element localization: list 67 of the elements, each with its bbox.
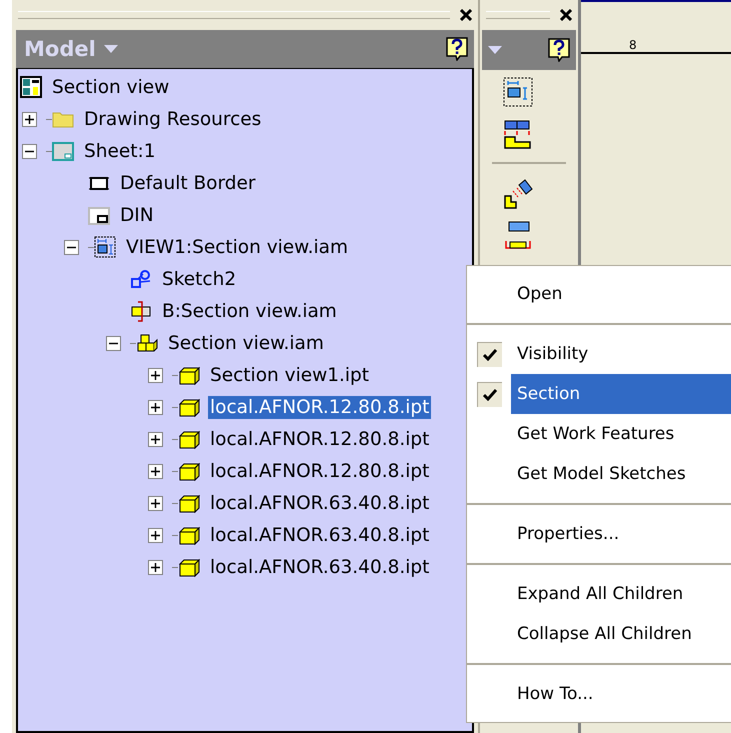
menu-item[interactable]: Open (511, 274, 731, 314)
plus-icon (151, 498, 160, 508)
part-icon (178, 396, 200, 418)
tree-item[interactable]: Sheet:1 (82, 140, 158, 162)
menu-item[interactable]: Get Work Features (511, 414, 731, 454)
close-icon[interactable] (560, 9, 572, 21)
tree-item[interactable]: VIEW1:Section view.iam (124, 236, 350, 258)
sketch-icon (130, 268, 152, 290)
part-icon (178, 524, 200, 546)
menu-item[interactable]: Collapse All Children (511, 614, 731, 654)
plus-icon (25, 114, 34, 124)
tree-item[interactable]: local.AFNOR.12.80.8.ipt (208, 428, 432, 450)
plus-icon (151, 434, 160, 444)
plus-icon (151, 402, 160, 412)
expander-toggle[interactable] (64, 240, 79, 254)
plus-icon (151, 530, 160, 540)
expander-toggle[interactable] (148, 432, 163, 446)
title-block-icon (88, 204, 110, 226)
tree-item[interactable]: local.AFNOR.12.80.8.ipt (208, 396, 432, 418)
check-icon (482, 388, 496, 400)
tree-item[interactable]: Section view.iam (166, 332, 326, 354)
part-icon (178, 428, 200, 450)
expander-toggle[interactable] (148, 368, 163, 382)
tree-item[interactable]: local.AFNOR.63.40.8.ipt (208, 492, 432, 514)
expander-toggle[interactable] (148, 560, 163, 574)
part-icon (178, 556, 200, 578)
tree-item[interactable]: Section view1.ipt (208, 364, 372, 386)
expander-toggle[interactable] (106, 336, 121, 350)
plus-icon (151, 370, 160, 380)
menu-item[interactable]: Expand All Children (511, 574, 731, 614)
tree-item[interactable]: Sketch2 (160, 268, 238, 290)
tree-item[interactable]: Drawing Resources (82, 108, 264, 130)
part-icon (178, 364, 200, 386)
expander-toggle[interactable] (148, 528, 163, 542)
expander-toggle[interactable] (148, 496, 163, 510)
help-icon[interactable] (446, 37, 468, 61)
plus-icon (151, 562, 160, 572)
tree-item[interactable]: local.AFNOR.63.40.8.ipt (208, 524, 432, 546)
ruler-label: 8 (629, 38, 637, 52)
plus-icon (151, 466, 160, 476)
part-icon (178, 460, 200, 482)
break-view-icon (130, 300, 152, 322)
menu-item[interactable]: Properties... (511, 514, 731, 554)
tree-item[interactable]: DIN (118, 204, 156, 226)
menu-item[interactable]: Section (511, 374, 731, 414)
drawing-icon (20, 76, 42, 98)
check-icon (482, 348, 496, 360)
close-icon[interactable] (460, 9, 472, 21)
menu-item[interactable]: Get Model Sketches (511, 454, 731, 494)
tree-item[interactable]: local.AFNOR.63.40.8.ipt (208, 556, 432, 578)
menu-item[interactable]: Visibility (511, 334, 731, 374)
part-icon (178, 492, 200, 514)
tree-item[interactable]: local.AFNOR.12.80.8.ipt (208, 460, 432, 482)
expander-toggle[interactable] (148, 464, 163, 478)
help-icon[interactable] (548, 38, 570, 62)
expander-toggle[interactable] (22, 144, 37, 158)
dropdown-arrow-icon[interactable] (104, 45, 118, 53)
tree-item[interactable]: Section view (50, 76, 172, 98)
sheet-icon (52, 140, 74, 162)
expander-toggle[interactable] (148, 400, 163, 414)
expander-toggle[interactable] (22, 112, 37, 126)
dropdown-arrow-icon[interactable] (488, 46, 502, 54)
menu-item[interactable]: How To... (511, 674, 731, 714)
assembly-icon (136, 332, 158, 354)
view-icon (94, 236, 116, 258)
tree-item[interactable]: Default Border (118, 172, 258, 194)
tree-item[interactable]: B:Section view.iam (160, 300, 339, 322)
